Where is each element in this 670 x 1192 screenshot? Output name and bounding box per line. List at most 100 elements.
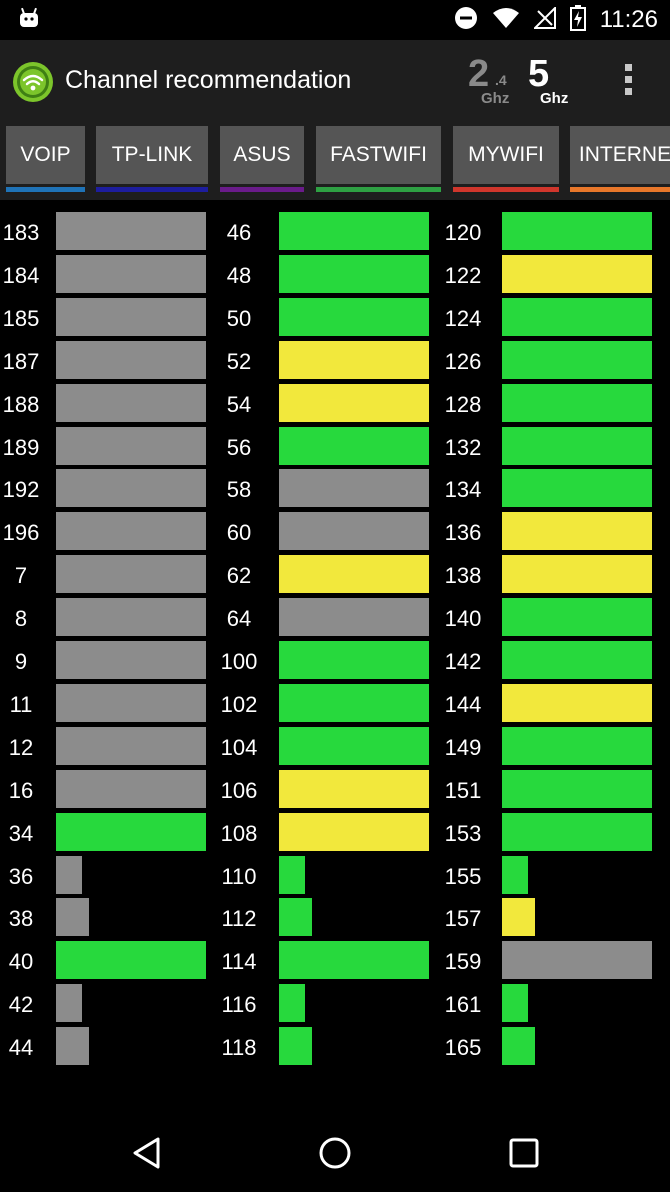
channel-label: 58 (226, 477, 252, 502)
channel-bar-50 (279, 298, 429, 336)
channel-label: 140 (444, 606, 482, 631)
status-bar: 11:26 (0, 0, 670, 40)
channel-bar-188 (56, 384, 206, 422)
channel-bar-58 (279, 469, 429, 507)
channel-bar-48 (279, 255, 429, 293)
channel-label: 12 (8, 735, 34, 760)
home-icon[interactable] (318, 1136, 352, 1170)
channel-label: 44 (8, 1035, 34, 1060)
channel-label: 189 (2, 435, 40, 460)
channel-bar-118 (279, 1027, 312, 1065)
channel-label: 183 (2, 220, 40, 245)
channel-bar-34 (56, 813, 206, 851)
channel-label: 142 (444, 649, 482, 674)
battery-charging-icon (569, 4, 586, 36)
channel-bar-54 (279, 384, 429, 422)
channel-bar-144 (502, 684, 652, 722)
channel-bar-42 (56, 984, 82, 1022)
channel-bar-151 (502, 770, 652, 808)
channel-bar-124 (502, 298, 652, 336)
channel-label: 54 (226, 392, 252, 417)
channel-bar-165 (502, 1027, 535, 1065)
channel-bar-112 (279, 898, 312, 936)
channel-label: 132 (444, 435, 482, 460)
channel-label: 126 (444, 349, 482, 374)
channel-label: 165 (444, 1035, 482, 1060)
channel-label: 50 (226, 306, 252, 331)
channel-label: 48 (226, 263, 252, 288)
channel-label: 153 (444, 821, 482, 846)
band-24ghz-button[interactable]: 2 .4 Ghz (468, 54, 520, 110)
channel-label: 144 (444, 692, 482, 717)
tab-fastwifi[interactable]: FASTWIFI (316, 126, 441, 184)
channel-bar-196 (56, 512, 206, 550)
channel-bar-108 (279, 813, 429, 851)
channel-bar-132 (502, 427, 652, 465)
band-5ghz-button[interactable]: 5 Ghz (528, 54, 580, 110)
channel-bar-8 (56, 598, 206, 636)
recents-icon[interactable] (507, 1136, 541, 1170)
channel-bar-36 (56, 856, 82, 894)
channel-label: 196 (2, 520, 40, 545)
channel-label: 134 (444, 477, 482, 502)
tab-tp-link[interactable]: TP-LINK (96, 126, 208, 184)
channel-bar-120 (502, 212, 652, 250)
channel-bar-16 (56, 770, 206, 808)
channel-bar-134 (502, 469, 652, 507)
channel-bar-12 (56, 727, 206, 765)
channel-bar-7 (56, 555, 206, 593)
tab-asus[interactable]: ASUS (220, 126, 304, 184)
channel-bar-192 (56, 469, 206, 507)
channel-label: 184 (2, 263, 40, 288)
channel-label: 128 (444, 392, 482, 417)
channel-bar-136 (502, 512, 652, 550)
overflow-menu-icon[interactable] (618, 64, 638, 100)
channel-label: 149 (444, 735, 482, 760)
channel-bar-122 (502, 255, 652, 293)
channel-label: 188 (2, 392, 40, 417)
clock: 11:26 (599, 6, 658, 33)
channel-bar-189 (56, 427, 206, 465)
back-icon[interactable] (130, 1136, 164, 1170)
channel-label: 36 (8, 864, 34, 889)
channel-label: 38 (8, 906, 34, 931)
channel-bar-9 (56, 641, 206, 679)
channel-label: 159 (444, 949, 482, 974)
channel-bar-155 (502, 856, 528, 894)
channel-label: 136 (444, 520, 482, 545)
channel-bar-104 (279, 727, 429, 765)
channel-label: 52 (226, 349, 252, 374)
channel-grid: 183 184 185 187 188 189 192 196 7 8 9 11 12 16 34 36 38 4… (0, 212, 670, 1072)
channel-bar-138 (502, 555, 652, 593)
channel-bar-102 (279, 684, 429, 722)
channel-label: 40 (8, 949, 34, 974)
channel-label: 110 (221, 864, 257, 889)
channel-bar-126 (502, 341, 652, 379)
tab-interne[interactable]: INTERNE (570, 126, 670, 184)
channel-label: 11 (9, 692, 33, 717)
channel-bar-52 (279, 341, 429, 379)
channel-bar-62 (279, 555, 429, 593)
channel-bar-142 (502, 641, 652, 679)
channel-bar-44 (56, 1027, 89, 1065)
wifi-icon (492, 7, 520, 34)
channel-bar-183 (56, 212, 206, 250)
channel-bar-64 (279, 598, 429, 636)
channel-label: 60 (226, 520, 252, 545)
tab-voip[interactable]: VOIP (6, 126, 85, 184)
navigation-bar (0, 1112, 670, 1192)
band-5ghz-number: 5 (528, 53, 550, 95)
channel-label: 118 (221, 1035, 257, 1060)
channel-label: 64 (226, 606, 252, 631)
tab-mywifi[interactable]: MYWIFI (453, 126, 559, 184)
android-icon (18, 7, 40, 34)
channel-label: 8 (14, 606, 28, 631)
channel-bar-38 (56, 898, 89, 936)
channel-label: 104 (220, 735, 258, 760)
channel-bar-116 (279, 984, 305, 1022)
channel-label: 106 (220, 778, 258, 803)
channel-bar-40 (56, 941, 206, 979)
channel-label: 116 (221, 992, 257, 1017)
wifi-logo-icon (12, 61, 54, 103)
channel-label: 114 (221, 949, 257, 974)
